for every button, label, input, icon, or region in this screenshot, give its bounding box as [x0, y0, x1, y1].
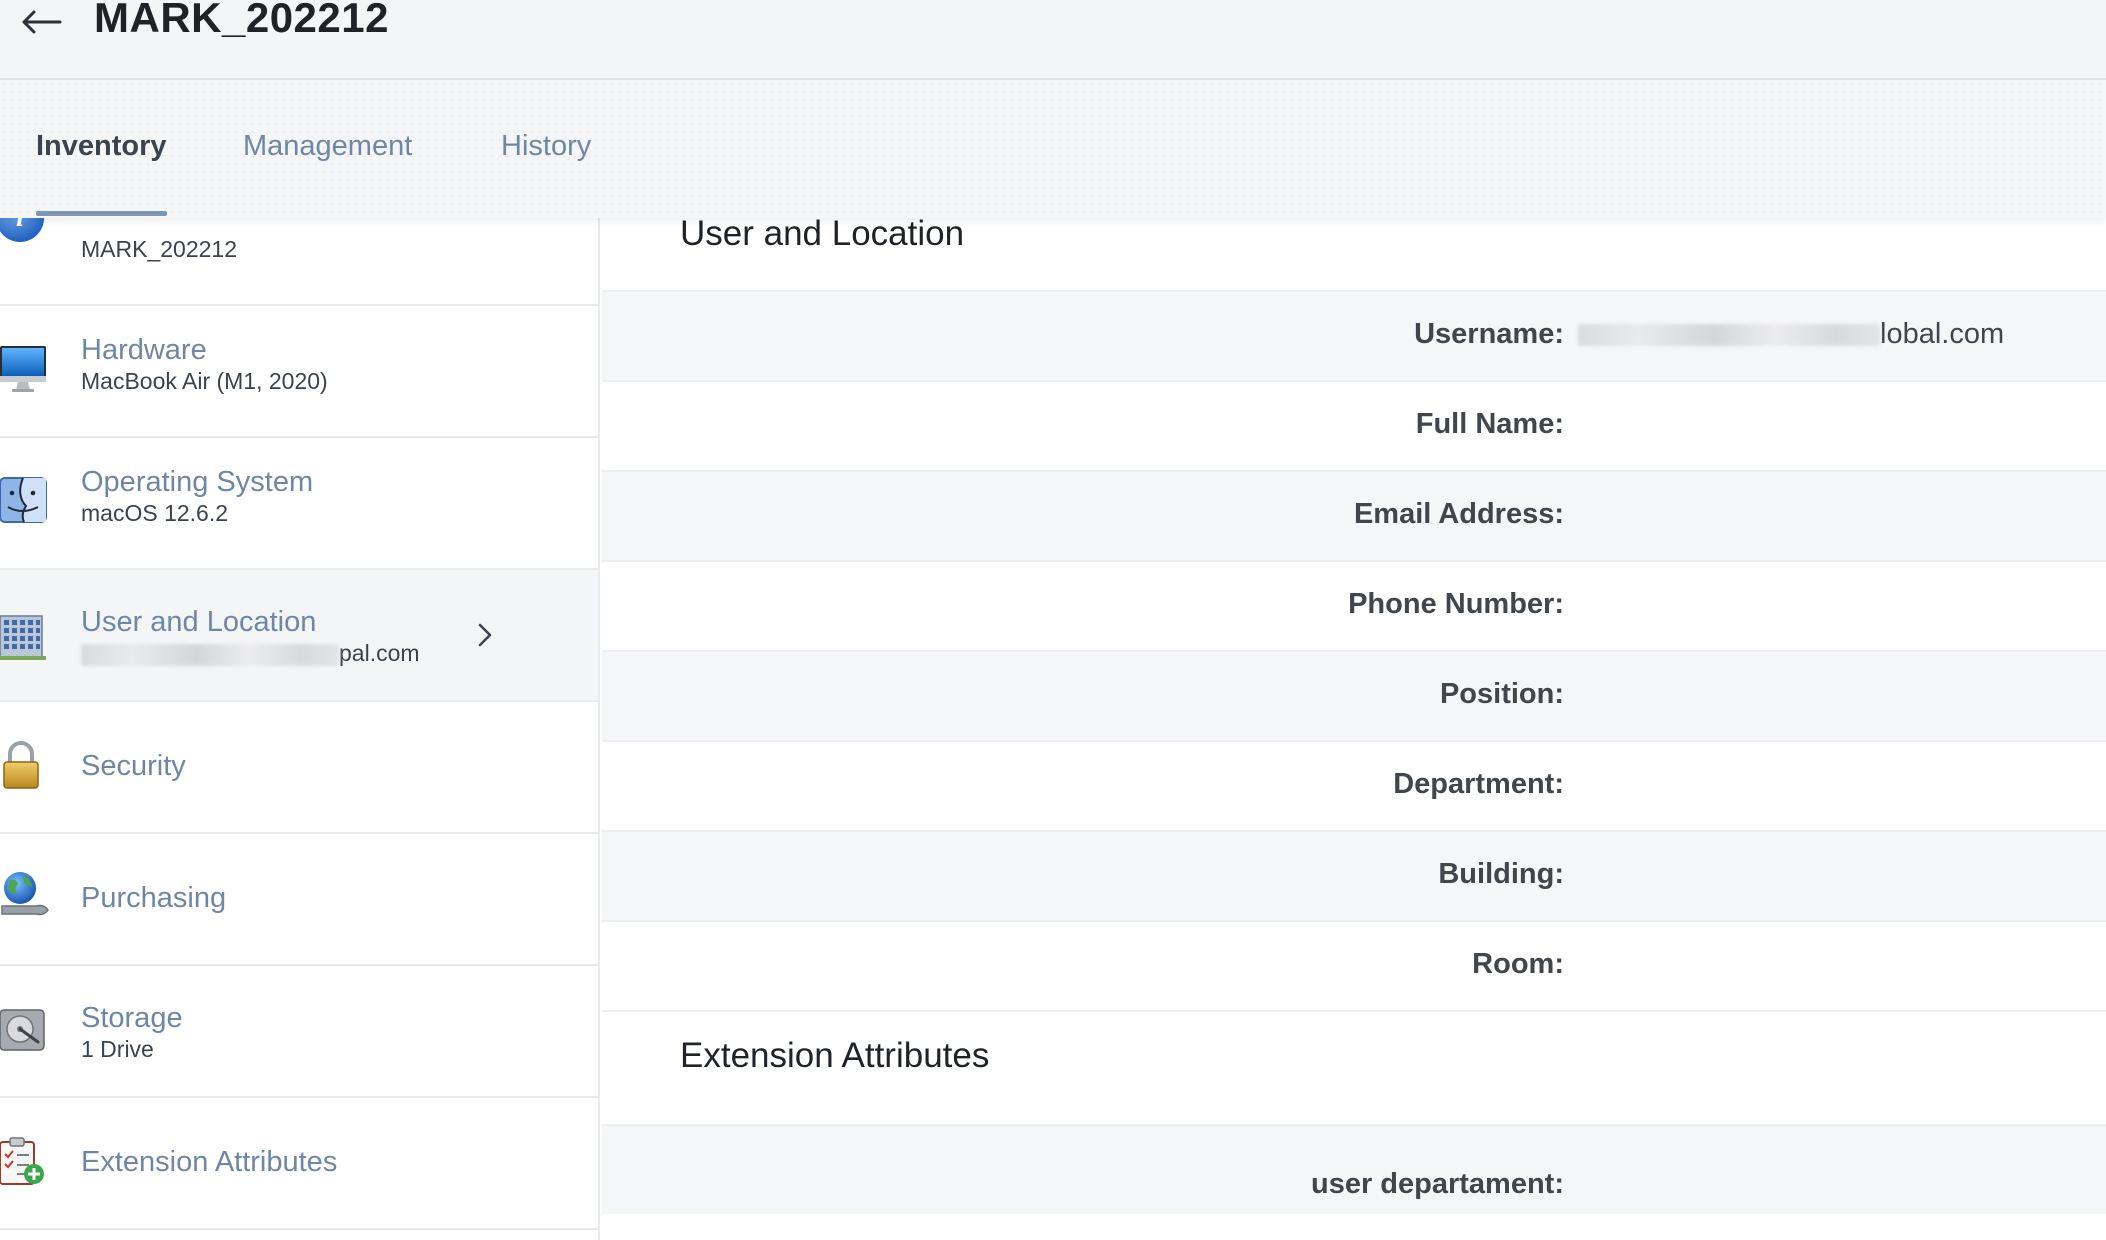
detail-panel: User and Location Username: lobal.com Fu… — [602, 218, 2106, 1240]
sidebar-item-operating-system[interactable]: Operating System macOS 12.6.2 — [0, 438, 598, 570]
redacted-text — [81, 643, 339, 666]
sidebar-item-sub: MacBook Air (M1, 2020) — [81, 368, 328, 394]
sidebar-item-label: User and Location — [81, 606, 317, 638]
sidebar-item-label: Operating System — [81, 466, 314, 498]
sidebar-item-sub: 1 Drive — [81, 1036, 154, 1062]
field-label: Email Address: — [1353, 498, 1564, 530]
active-tab-indicator — [36, 211, 167, 216]
top-bar: MARK_202212 — [0, 0, 2106, 80]
inventory-sidebar: i MARK_202212 Hardware MacBook Air (M1, … — [0, 218, 600, 1240]
sidebar-item-label: Hardware — [81, 334, 207, 366]
field-row-department: Department: — [602, 740, 2106, 830]
tab-management[interactable]: Management — [243, 130, 412, 163]
field-row-building: Building: — [602, 830, 2106, 920]
sidebar-item-sub: macOS 12.6.2 — [81, 500, 229, 526]
field-row-username: Username: lobal.com — [602, 290, 2106, 380]
sidebar-item-hardware[interactable]: Hardware MacBook Air (M1, 2020) — [0, 306, 598, 438]
sidebar-item-label: Security — [81, 750, 186, 782]
field-row-user-departament: user departament: — [602, 1124, 2106, 1214]
field-row-full-name: Full Name: — [602, 380, 2106, 470]
monitor-icon — [0, 346, 46, 392]
field-label: Full Name: — [1415, 408, 1564, 440]
sidebar-item-sub: MARK_202212 — [81, 236, 237, 262]
sidebar-item-extension-attributes[interactable]: Extension Attributes — [0, 1098, 598, 1230]
svg-text:i: i — [16, 218, 24, 232]
clipboard-add-icon — [0, 1137, 44, 1185]
redacted-text — [1578, 324, 1880, 347]
arrow-left-icon — [22, 10, 62, 34]
finder-icon — [0, 477, 47, 523]
field-label: Building: — [1438, 858, 1564, 890]
tab-inventory[interactable]: Inventory — [36, 130, 167, 163]
sidebar-item-label: Extension Attributes — [81, 1146, 338, 1178]
chevron-right-icon — [478, 623, 492, 647]
sidebar-item-sub-text: pal.com — [339, 640, 420, 666]
sidebar-item-label: Purchasing — [81, 882, 227, 914]
field-label: Username: — [1414, 318, 1564, 350]
field-label: Department: — [1393, 768, 1564, 800]
sidebar-item-general[interactable]: i MARK_202212 — [0, 218, 598, 306]
field-label: Phone Number: — [1348, 588, 1564, 620]
sidebar-item-sub: pal.com — [81, 640, 420, 667]
field-label: Position: — [1439, 678, 1564, 710]
sidebar-item-purchasing[interactable]: Purchasing — [0, 834, 598, 966]
field-row-phone-number: Phone Number: — [602, 560, 2106, 650]
field-label: user departament: — [1310, 1168, 1564, 1200]
lock-icon — [3, 741, 39, 789]
page-title: MARK_202212 — [94, 0, 389, 41]
back-button[interactable] — [14, 0, 68, 44]
section-title-extension-attributes: Extension Attributes — [680, 1036, 990, 1075]
tab-history[interactable]: History — [501, 130, 591, 163]
sidebar-item-user-and-location[interactable]: User and Location pal.com — [0, 570, 598, 702]
hard-drive-icon — [0, 1009, 45, 1051]
field-row-email-address: Email Address: — [602, 470, 2106, 560]
field-value-text: lobal.com — [1880, 318, 2005, 350]
section-title-user-and-location: User and Location — [680, 218, 965, 253]
sidebar-item-security[interactable]: Security — [0, 702, 598, 834]
tab-bar: Inventory Management History — [0, 80, 2106, 218]
field-value-username: lobal.com — [1578, 318, 2004, 351]
section-header-row: Extension Attributes — [602, 1010, 2106, 1124]
building-icon — [0, 615, 46, 660]
field-row-room: Room: — [602, 920, 2106, 1010]
sidebar-item-label: Storage — [81, 1002, 183, 1034]
field-row-position: Position: — [602, 650, 2106, 740]
sidebar-item-storage[interactable]: Storage 1 Drive — [0, 966, 598, 1098]
info-icon: i — [0, 218, 44, 242]
globe-wrench-icon — [1, 872, 49, 916]
field-label: Room: — [1472, 948, 1564, 980]
